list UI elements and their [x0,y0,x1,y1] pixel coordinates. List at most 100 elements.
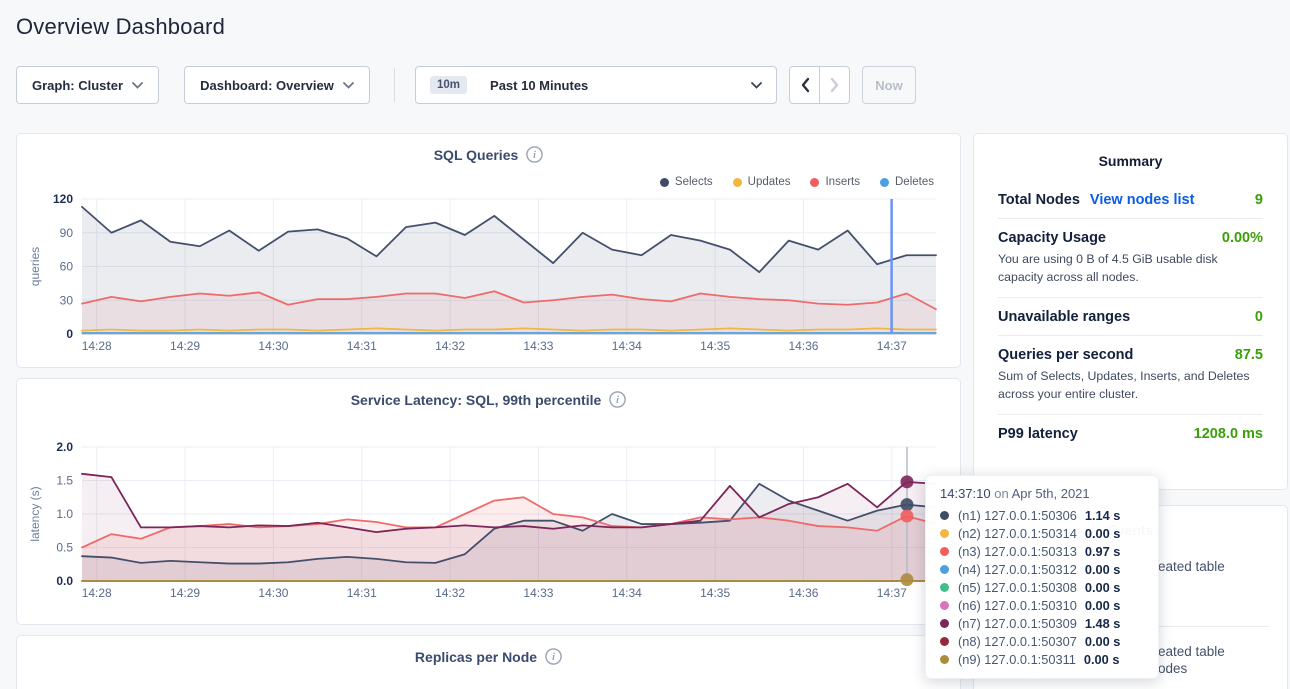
time-range-dropdown[interactable]: 10m Past 10 Minutes [415,66,777,104]
summary-title: Summary [974,134,1287,169]
chart-series [82,207,936,334]
tooltip-node-label: (n5) 127.0.0.1:50308 [958,580,1077,595]
svg-text:30: 30 [60,293,74,307]
tooltip-node-value: 0.00 s [1085,598,1121,613]
overview-dashboard-page: Overview Dashboard Graph: Cluster Dashbo… [0,0,1290,689]
svg-text:14:28: 14:28 [82,586,112,600]
svg-text:0.5: 0.5 [56,541,73,555]
now-button[interactable]: Now [862,66,916,104]
y-axis-title: queries [28,247,42,286]
tooltip-node-value: 0.00 s [1084,652,1120,667]
svg-text:14:34: 14:34 [612,339,642,353]
time-step-buttons [789,66,850,104]
replicas-per-node-card: Replicas per Node i [16,635,961,689]
summary-row: P99 latency 1208.0 ms [998,414,1263,452]
time-range-label: Past 10 Minutes [490,78,588,93]
dashboard-dropdown[interactable]: Dashboard: Overview [184,66,370,104]
y-axis-labels: 0.00.51.01.52.0 [56,440,73,588]
tooltip-row: (n2) 127.0.0.1:503140.00 s [940,524,1144,542]
summary-row-label: Queries per second [998,347,1133,363]
tooltip-node-value: 0.00 s [1085,580,1121,595]
x-axis-labels: 14:2814:2914:3014:3114:3214:3314:3414:35… [82,586,907,600]
summary-row-main: Capacity Usage 0.00% [998,230,1263,246]
svg-text:14:33: 14:33 [523,586,553,600]
node-color-dot [940,547,949,556]
tooltip-node-label: (n9) 127.0.0.1:50311 [958,652,1076,667]
chevron-left-icon [800,77,810,93]
tooltip-node-label: (n1) 127.0.0.1:50306 [958,508,1077,523]
sql-queries-chart[interactable]: 14:2814:2914:3014:3114:3214:3314:3414:35… [17,134,960,367]
tooltip-row: (n1) 127.0.0.1:503061.14 s [940,506,1144,524]
tooltip-row: (n7) 127.0.0.1:50309 1.48 s [940,614,1144,632]
graph-dropdown-label: Graph: Cluster [32,78,123,93]
tooltip-node-value: 0.00 s [1085,526,1121,541]
svg-text:120: 120 [53,192,73,206]
x-axis-labels: 14:2814:2914:3014:3114:3214:3314:3414:35… [82,339,907,353]
tooltip-node-label: (n6) 127.0.0.1:50310 [958,598,1077,613]
tooltip-row: (n5) 127.0.0.1:50308 0.00 s [940,578,1144,596]
chevron-down-icon [751,82,762,89]
summary-row-value: 0 [1255,309,1263,325]
svg-text:14:37: 14:37 [877,586,907,600]
summary-row: Capacity Usage0.00%You are using 0 B of … [998,218,1263,297]
event-item-fragment: eated table [1158,559,1225,574]
summary-row-label: Total Nodes [998,192,1080,208]
service-latency-card: Service Latency: SQL, 99th percentile i … [16,378,961,625]
summary-row-label: P99 latency [998,426,1078,442]
summary-row-main: Queries per second87.5 [998,347,1263,363]
node-color-dot [940,601,949,610]
event-item-fragment: eated table [1158,644,1225,659]
view-nodes-link[interactable]: View nodes list [1090,192,1195,208]
node-color-dot [940,619,949,628]
tooltip-row: (n3) 127.0.0.1:503130.97 s [940,542,1144,560]
summary-rows: Total Nodes View nodes list 9 Capacity Usag… [998,181,1263,452]
info-icon[interactable]: i [545,648,562,665]
y-axis-labels: 0306090120 [53,192,73,341]
chevron-down-icon [343,82,354,89]
tooltip-node-label: (n3) 127.0.0.1:50313 [958,544,1077,559]
summary-row-value: 1208.0 ms [1194,426,1263,442]
svg-text:14:30: 14:30 [258,339,288,353]
svg-text:14:36: 14:36 [788,339,818,353]
svg-text:1.5: 1.5 [56,474,73,488]
service-latency-chart[interactable]: 14:2814:2914:3014:3114:3214:3314:3414:35… [17,379,960,624]
tooltip-row: (n4) 127.0.0.1:503120.00 s [940,560,1144,578]
svg-text:14:28: 14:28 [82,339,112,353]
summary-row-value: 9 [1255,192,1263,208]
toolbar-divider [394,68,395,102]
svg-text:14:30: 14:30 [258,586,288,600]
summary-row-main: Unavailable ranges 0 [998,309,1263,325]
chevron-right-icon [830,77,840,93]
summary-row-main: Total Nodes View nodes list 9 [998,192,1263,208]
tooltip-node-label: (n7) 127.0.0.1:50309 [958,616,1077,631]
node-color-dot [940,583,949,592]
svg-text:60: 60 [60,260,74,274]
node-color-dot [940,529,949,538]
time-next-button[interactable] [820,67,849,103]
node-color-dot [940,655,949,664]
summary-row: Total Nodes View nodes list 9 [998,181,1263,218]
hover-point-marker [900,475,913,488]
time-prev-button[interactable] [790,67,819,103]
page-title: Overview Dashboard [16,14,225,40]
summary-row-label: Unavailable ranges [998,309,1130,325]
tooltip-row: (n8) 127.0.0.1:503070.00 s [940,632,1144,650]
tooltip-node-value: 1.48 s [1085,616,1121,631]
summary-row: Queries per second87.5 Sum of Selects, Up… [998,335,1263,414]
summary-row: Unavailable ranges 0 [998,297,1263,335]
summary-row-main: P99 latency 1208.0 ms [998,426,1263,442]
dashboard-dropdown-label: Dashboard: Overview [200,78,334,93]
hover-point-marker [900,510,913,523]
hover-point-marker [900,573,913,586]
svg-text:i: i [552,652,555,663]
svg-text:90: 90 [60,226,74,240]
tooltip-node-value: 0.00 s [1085,562,1121,577]
replicas-chart-title: Replicas per Node [415,649,537,665]
summary-row-label: Capacity Usage [998,230,1106,246]
summary-row-value: 0.00% [1222,230,1263,246]
svg-text:14:35: 14:35 [700,339,730,353]
graph-dropdown[interactable]: Graph: Cluster [16,66,159,104]
time-range-badge: 10m [430,76,467,94]
summary-row-subtext: Sum of Selects, Updates, Inserts, and De… [998,367,1263,404]
svg-text:14:31: 14:31 [347,586,377,600]
